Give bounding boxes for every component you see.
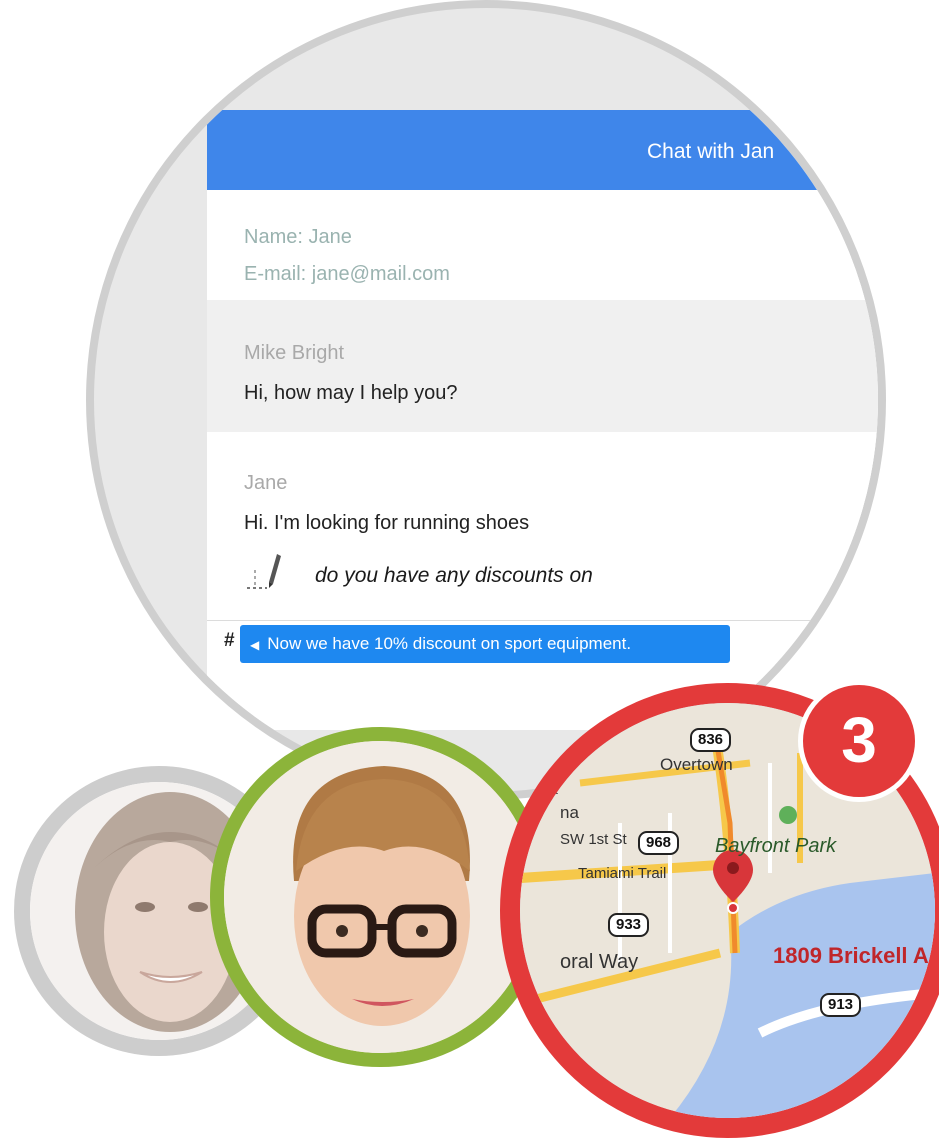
suggested-reply-text: Now we have 10% discount on sport equipm… [267, 634, 632, 653]
map-label-na: na [560, 803, 579, 822]
avatar-photo [224, 741, 536, 1053]
map-label-bayfront: Bayfront Park [715, 835, 837, 857]
map-label-sw1st: SW 1st St [560, 831, 627, 848]
map-label-coral-way: oral Way [560, 951, 639, 973]
chat-header: Chat with Jan [207, 110, 878, 190]
user-message-text: Hi. I'm looking for running shoes [244, 512, 530, 534]
chat-window: Chat with Jan Name: Jane E-mail: jane@ma… [207, 110, 878, 730]
visitor-email: E-mail: jane@mail.com [244, 263, 450, 285]
map-label-a: a [550, 781, 558, 797]
pencil-icon [247, 554, 281, 589]
route-shield-968: 968 [638, 831, 680, 855]
user-message: Jane Hi. I'm looking for running shoes d… [207, 432, 878, 630]
agent-message: Mike Bright Hi, how may I help you? [207, 300, 878, 432]
typing-text: do you have any discounts on [315, 564, 593, 587]
route-shield-933: 933 [608, 913, 650, 937]
route-shield-836: 836 [690, 728, 732, 752]
composer-divider [207, 620, 878, 621]
chat-magnifier: Chat with Jan Name: Jane E-mail: jane@ma… [86, 0, 886, 800]
avatar-visitor-active[interactable] [210, 727, 550, 1067]
hash-symbol: # [224, 630, 235, 651]
triangle-left-icon: ◀ [250, 638, 260, 652]
agent-message-text: Hi, how may I help you? [244, 382, 458, 404]
agent-name: Mike Bright [244, 342, 345, 364]
chat-title: Chat with Jan [647, 140, 775, 163]
map-label-tamiami: Tamiami Trail [578, 865, 667, 882]
notification-count-badge[interactable]: 3 [798, 680, 920, 802]
visitor-name: Name: Jane [244, 226, 352, 248]
visitor-info: Name: Jane E-mail: jane@mail.com [207, 190, 878, 300]
user-name: Jane [244, 472, 288, 494]
map-label-overtown: Overtown [660, 755, 733, 774]
route-shield-913: 913 [820, 993, 862, 1017]
suggested-reply-button[interactable]: ◀ Now we have 10% discount on sport equip… [240, 625, 730, 663]
map-address: 1809 Brickell A [773, 943, 929, 968]
